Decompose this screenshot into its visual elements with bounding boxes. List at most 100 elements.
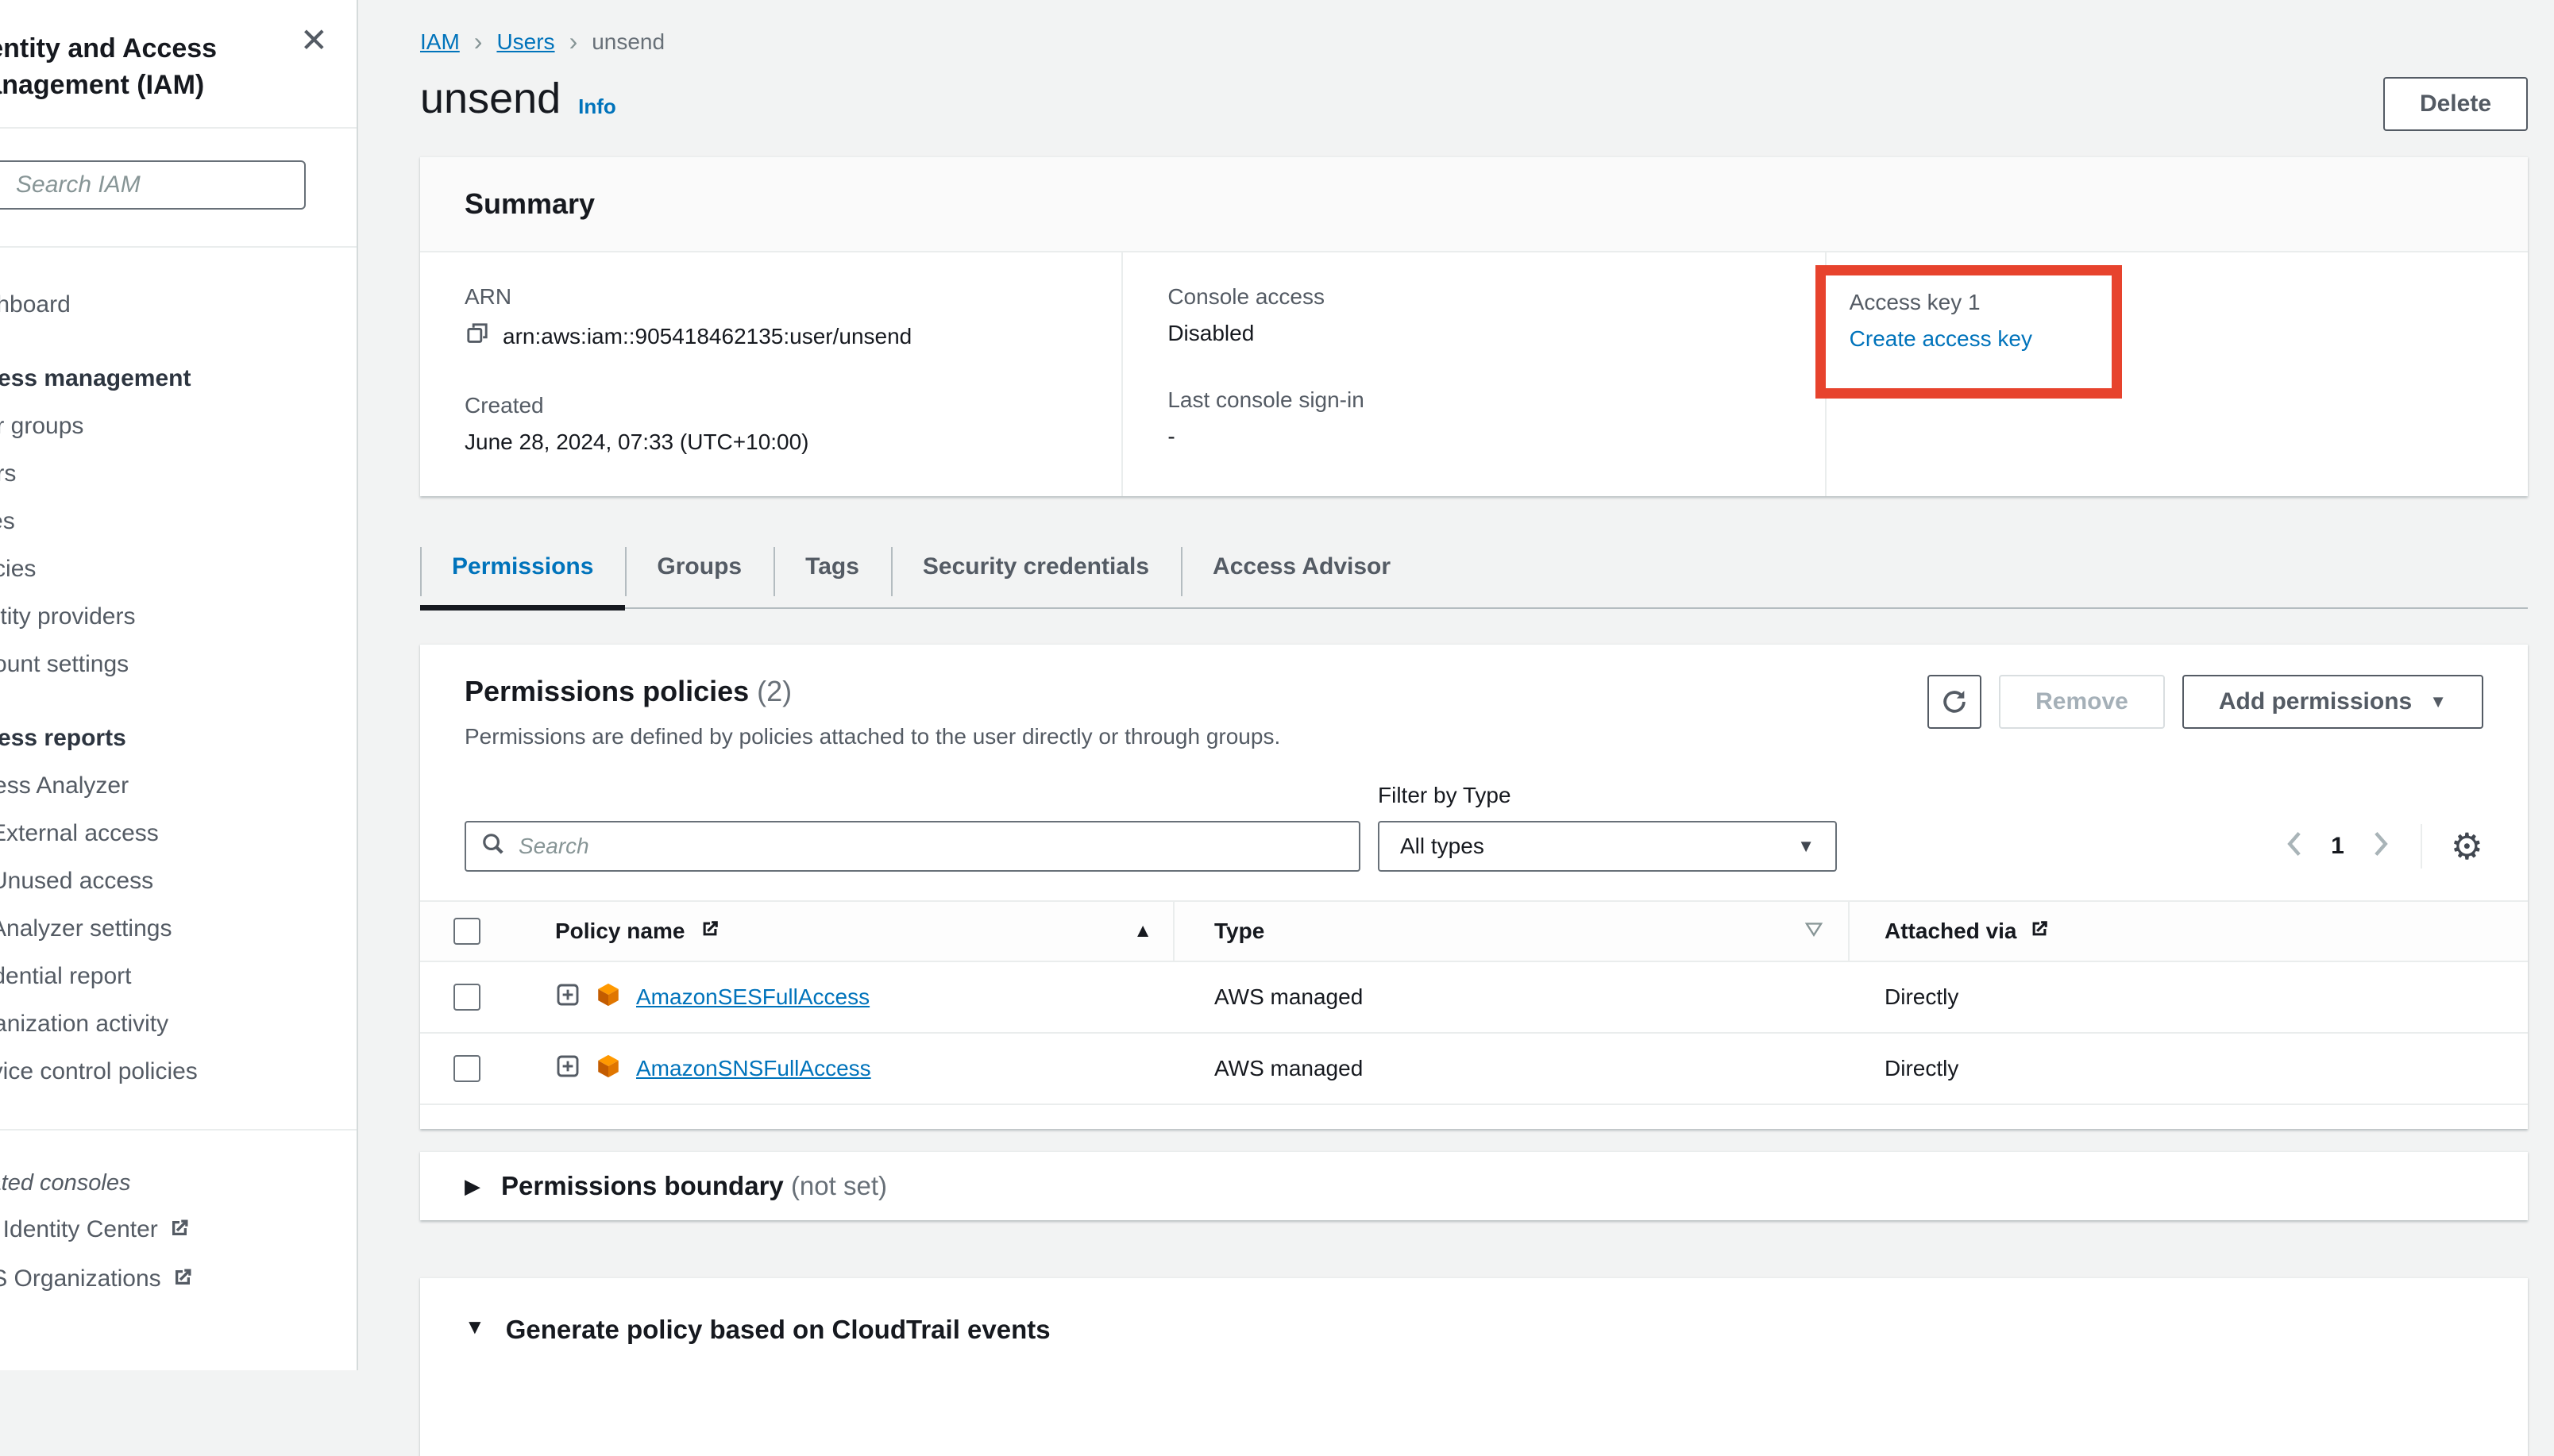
last-signin-field: Last console sign-in - <box>1167 387 1780 449</box>
expand-row-icon[interactable] <box>555 982 581 1013</box>
sidebar-nav-item[interactable]: Users <box>0 450 357 498</box>
type-filter: Filter by Type All types ▼ <box>1378 783 1837 872</box>
tab[interactable]: Tags <box>774 541 891 607</box>
sidebar-nav-item[interactable]: Unused access <box>0 857 357 905</box>
sidebar-nav-item[interactable]: Access management <box>0 355 357 403</box>
permissions-boundary-card[interactable]: ▶ Permissions boundary (not set) <box>420 1151 2528 1220</box>
related-consoles-label: Related consoles <box>0 1161 357 1205</box>
sidebar-nav-item[interactable]: Analyzer settings <box>0 905 357 953</box>
expand-row-icon[interactable] <box>555 1053 581 1084</box>
policies-search-box <box>465 821 1360 872</box>
delete-button[interactable]: Delete <box>2383 77 2528 131</box>
iam-sidebar: Identity and Access Management (IAM) ✕ D… <box>0 0 358 1370</box>
breadcrumb-current: unsend <box>592 29 665 55</box>
related-console-link[interactable]: AWS Organizations <box>0 1254 357 1304</box>
sidebar-nav-item[interactable]: External access <box>0 810 357 857</box>
policies-table-body: AmazonSESFullAccess AWS managed Directly… <box>420 962 2528 1105</box>
page-number[interactable]: 1 <box>2331 833 2344 860</box>
column-policy-name[interactable]: Policy name ▲ <box>539 902 1175 961</box>
external-link-icon <box>2028 918 2051 946</box>
info-link[interactable]: Info <box>578 94 616 119</box>
copy-icon[interactable] <box>465 321 490 352</box>
add-permissions-button[interactable]: Add permissions ▼ <box>2182 675 2483 729</box>
summary-heading: Summary <box>465 187 2483 221</box>
policy-name-link[interactable]: AmazonSESFullAccess <box>636 984 870 1010</box>
row-checkbox[interactable] <box>453 984 480 1011</box>
sidebar-nav-item[interactable]: Access reports <box>0 715 357 762</box>
external-link-icon <box>171 1258 195 1307</box>
policy-type: AWS managed <box>1214 1056 1363 1081</box>
managed-policy-icon <box>595 1053 622 1085</box>
created-field: Created June 28, 2024, 07:33 (UTC+10:00) <box>465 393 1077 455</box>
summary-card: Summary ARN arn:aws:iam::905418462135:us… <box>420 156 2528 496</box>
breadcrumb-users-link[interactable]: Users <box>496 29 554 55</box>
related-console-link[interactable]: IAM Identity Center <box>0 1205 357 1254</box>
summary-card-header: Summary <box>420 157 2528 252</box>
refresh-button[interactable] <box>1927 675 1981 729</box>
sidebar-nav-item[interactable]: Policies <box>0 545 357 593</box>
managed-policy-icon <box>595 981 622 1014</box>
sidebar-nav-item[interactable]: User groups <box>0 403 357 450</box>
sort-ascending-icon[interactable]: ▲ <box>1133 920 1152 942</box>
sidebar-nav-item[interactable]: Access Analyzer <box>0 762 357 810</box>
close-icon[interactable]: ✕ <box>300 24 328 57</box>
console-access-value: Disabled <box>1167 321 1780 346</box>
sidebar-nav-item[interactable]: Organization activity <box>0 1000 357 1048</box>
generate-policy-heading: Generate policy based on CloudTrail even… <box>506 1315 1051 1345</box>
sidebar-nav-item[interactable]: Roles <box>0 498 357 545</box>
generate-policy-card[interactable]: ▼ Generate policy based on CloudTrail ev… <box>420 1277 2528 1456</box>
policies-table-header: Policy name ▲ Type Attached via <box>420 900 2528 962</box>
row-checkbox[interactable] <box>453 1055 480 1082</box>
sidebar-nav-item[interactable]: Account settings <box>0 641 357 688</box>
policy-name-link[interactable]: AmazonSNSFullAccess <box>636 1056 871 1081</box>
sidebar-nav-item[interactable]: Dashboard <box>0 281 357 329</box>
sidebar-header: Identity and Access Management (IAM) ✕ <box>0 0 357 129</box>
column-type[interactable]: Type <box>1175 902 1850 961</box>
gear-icon[interactable]: ⚙ <box>2451 828 2483 865</box>
expander-expanded-icon[interactable]: ▼ <box>465 1315 485 1339</box>
next-page-icon[interactable] <box>2368 830 2392 863</box>
policies-heading: Permissions policies (2) <box>465 675 1280 708</box>
policies-header: Permissions policies (2) Permissions are… <box>420 645 2528 749</box>
tab[interactable]: Security credentials <box>891 541 1181 607</box>
sidebar-nav-item[interactable]: Credential report <box>0 953 357 1000</box>
select-all-checkbox[interactable] <box>453 918 480 945</box>
console-access-label: Console access <box>1167 284 1780 310</box>
breadcrumb-iam-link[interactable]: IAM <box>420 29 460 55</box>
summary-col-console: Console access Disabled Last console sig… <box>1121 252 1824 496</box>
console-access-field: Console access Disabled <box>1167 284 1780 346</box>
policy-type: AWS managed <box>1214 984 1363 1010</box>
created-value: June 28, 2024, 07:33 (UTC+10:00) <box>465 429 1077 455</box>
expander-collapsed-icon[interactable]: ▶ <box>465 1174 480 1199</box>
related-consoles-list: IAM Identity Center AWS Organizations <box>0 1205 357 1304</box>
policies-search-input[interactable] <box>517 833 1345 860</box>
summary-grid: ARN arn:aws:iam::905418462135:user/unsen… <box>420 252 2528 496</box>
permissions-boundary-status: (not set) <box>791 1171 887 1200</box>
search-icon <box>480 831 506 862</box>
sort-descending-icon[interactable] <box>1804 919 1824 945</box>
remove-button[interactable]: Remove <box>1999 675 2165 729</box>
create-access-key-link[interactable]: Create access key <box>1850 326 2088 352</box>
pagination: 1 ⚙ <box>2283 821 2483 872</box>
column-attached-via[interactable]: Attached via <box>1850 902 2528 961</box>
tab[interactable]: Groups <box>625 541 774 607</box>
tab[interactable]: Permissions <box>420 541 625 607</box>
type-filter-select[interactable]: All types ▼ <box>1378 821 1837 872</box>
previous-page-icon[interactable] <box>2283 830 2307 863</box>
last-signin-label: Last console sign-in <box>1167 387 1780 413</box>
main-content: IAM › Users › unsend unsend Info Delete … <box>358 0 2554 1370</box>
sidebar-search-wrap <box>0 129 357 248</box>
policy-attached-via: Directly <box>1885 984 1958 1010</box>
policies-filter-row: Filter by Type All types ▼ 1 ⚙ <box>420 783 2528 872</box>
table-row: AmazonSNSFullAccess AWS managed Directly <box>420 1034 2528 1105</box>
arn-field: ARN arn:aws:iam::905418462135:user/unsen… <box>465 284 1077 352</box>
tab[interactable]: Access Advisor <box>1181 541 1422 607</box>
summary-col-access-key: Access key 1 Create access key <box>1825 252 2528 496</box>
breadcrumb-separator-icon: › <box>474 27 483 56</box>
search-iam-input[interactable] <box>0 160 306 210</box>
divider <box>2421 824 2422 869</box>
sidebar-nav-item[interactable]: Service control policies <box>0 1048 357 1096</box>
sidebar-nav-item[interactable]: Identity providers <box>0 593 357 641</box>
permissions-policies-card: Permissions policies (2) Permissions are… <box>420 644 2528 1129</box>
created-label: Created <box>465 393 1077 418</box>
